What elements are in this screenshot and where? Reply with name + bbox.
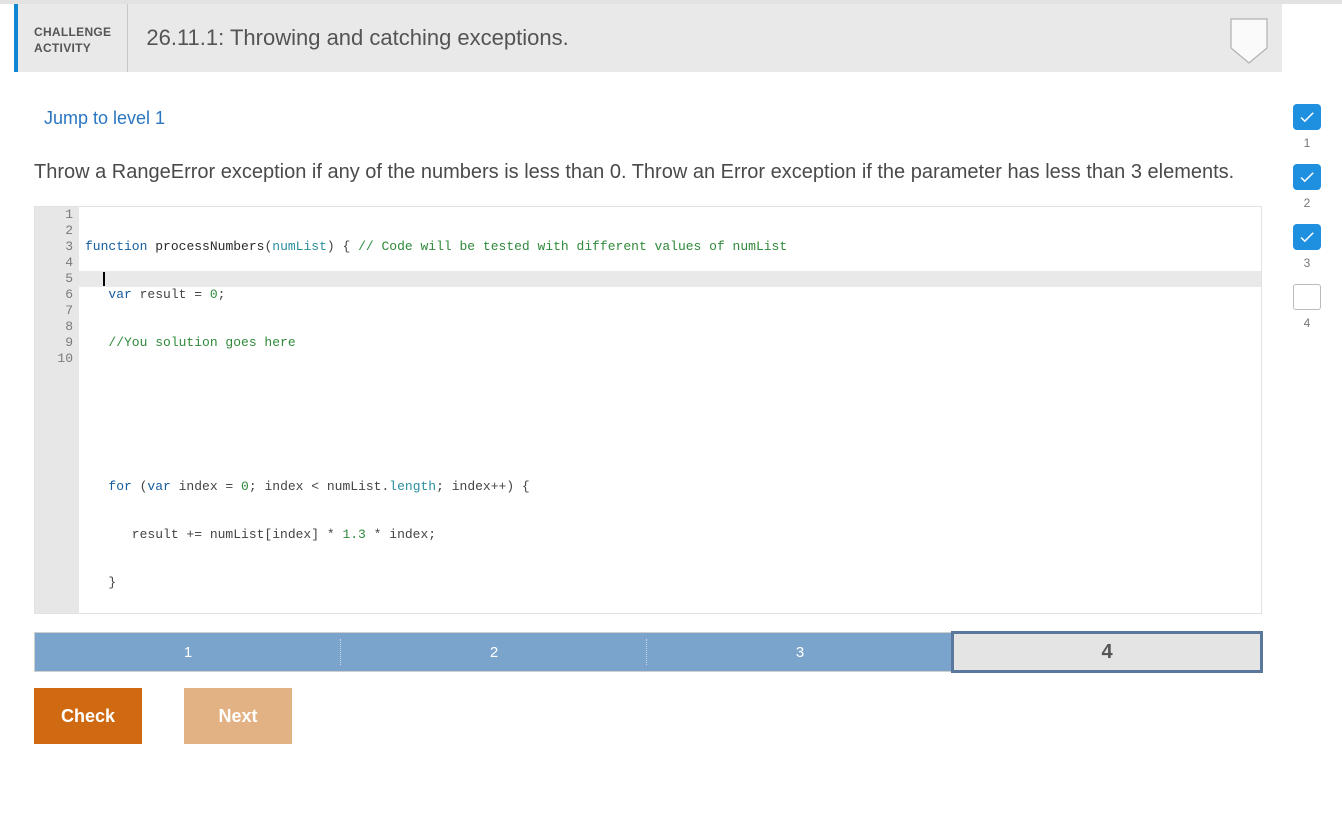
prompt-text: Throw a RangeError exception if any of t… [34,157,1262,188]
shield-icon [1230,18,1268,69]
activity-type-line1: CHALLENGE [34,24,111,40]
level-segment-1[interactable]: 1 [35,633,341,671]
level-segment-label: 2 [490,644,498,661]
code-line [85,431,1261,447]
step-number: 1 [1304,136,1311,150]
level-progress-bar: 1 2 3 4 [34,632,1262,672]
level-segment-label: 3 [796,644,804,661]
activity-type-label: CHALLENGE ACTIVITY [18,4,128,72]
level-segment-label: 1 [184,644,192,661]
line-number: 9 [41,335,73,351]
activity-header: CHALLENGE ACTIVITY 26.11.1: Throwing and… [14,4,1282,72]
line-number: 6 [41,287,73,303]
code-line: for (var index = 0; index < numList.leng… [85,479,1261,495]
code-line: var result = 0; [85,287,1261,303]
level-segment-3[interactable]: 3 [647,633,953,671]
step-badge-3[interactable] [1293,224,1321,250]
level-segment-2[interactable]: 2 [341,633,647,671]
line-number: 2 [41,223,73,239]
line-number: 10 [41,351,73,367]
activity-title: 26.11.1: Throwing and catching exception… [128,4,568,72]
code-line [85,383,1261,399]
jump-to-level-link[interactable]: Jump to level 1 [44,108,165,129]
line-number: 4 [41,255,73,271]
code-line: //You solution goes here [85,335,1261,351]
check-icon [1298,228,1316,246]
check-button[interactable]: Check [34,688,142,744]
line-number: 5 [41,271,73,287]
level-segment-label: 4 [1101,641,1112,664]
step-badge-2[interactable] [1293,164,1321,190]
check-icon [1298,108,1316,126]
editor-code-area[interactable]: function processNumbers(numList) { // Co… [79,207,1261,613]
line-number: 7 [41,303,73,319]
line-number: 3 [41,239,73,255]
code-line: function processNumbers(numList) { // Co… [85,239,1261,255]
activity-type-line2: ACTIVITY [34,40,111,56]
level-segment-4[interactable]: 4 [951,631,1263,673]
step-badge-1[interactable] [1293,104,1321,130]
code-editor[interactable]: 1 2 3 4 5 6 7 8 9 10 function processNum… [34,206,1262,614]
check-icon [1298,168,1316,186]
step-badge-4[interactable] [1293,284,1321,310]
step-number: 4 [1304,316,1311,330]
editor-gutter: 1 2 3 4 5 6 7 8 9 10 [35,207,79,613]
line-number: 8 [41,319,73,335]
code-line: } [85,575,1261,591]
step-number: 3 [1304,256,1311,270]
next-button[interactable]: Next [184,688,292,744]
step-number: 2 [1304,196,1311,210]
side-progress-column: 1 2 3 4 [1290,104,1324,338]
line-number: 1 [41,207,73,223]
code-line: result += numList[index] * 1.3 * index; [85,527,1261,543]
